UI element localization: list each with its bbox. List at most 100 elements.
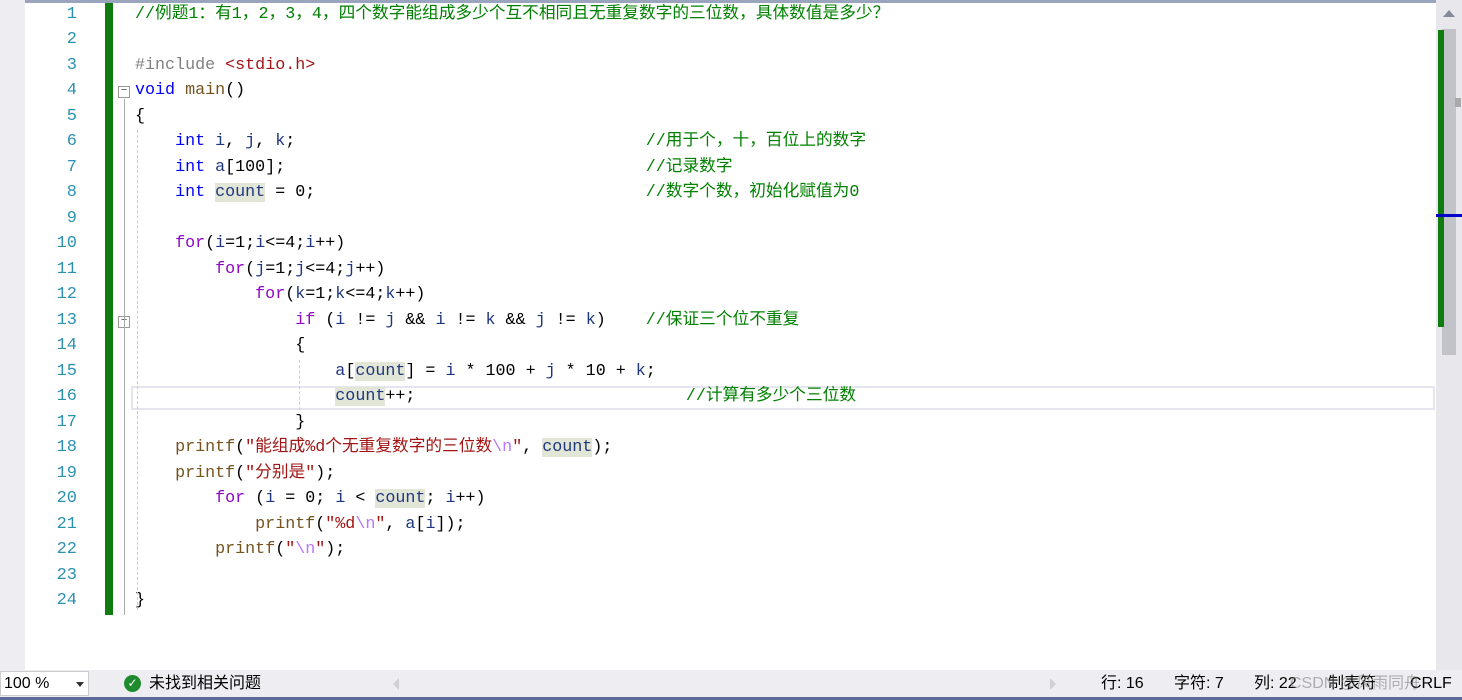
token-p: ); <box>592 438 613 458</box>
char-indicator[interactable]: 字符: 7 <box>1174 670 1224 697</box>
token-p: * 10 + <box>555 361 636 381</box>
token-p <box>175 81 185 100</box>
token-p <box>135 489 215 508</box>
token-p: } <box>135 412 306 432</box>
token-str: " <box>315 540 326 560</box>
token-p: ( <box>245 489 266 509</box>
scroll-marker <box>1455 98 1461 107</box>
line-number: 17 <box>56 412 77 432</box>
token-ctl: if <box>295 310 316 330</box>
scroll-up-icon[interactable] <box>1443 10 1455 17</box>
glyph-margin <box>0 0 25 670</box>
token-p: ( <box>245 259 256 279</box>
fold-collapse-icon[interactable]: − <box>118 86 130 98</box>
token-p: != <box>345 310 386 330</box>
line-number: 3 <box>66 55 77 75</box>
code-line[interactable]: for(k=1;k<=4;k++) <box>135 282 425 308</box>
scrollbar-thumb[interactable] <box>1442 29 1456 355</box>
scroll-left-icon[interactable] <box>393 678 399 690</box>
token-p <box>606 311 646 330</box>
code-line[interactable]: int count = 0; //数字个数，初始化赋值为0 <box>135 180 859 206</box>
code-line[interactable]: #include <stdio.h> <box>135 53 315 79</box>
token-p: ( <box>235 438 246 458</box>
token-p: [100]; <box>225 157 286 177</box>
code-line[interactable]: //例题1：有1，2，3，4，四个数字能组成多少个互不相同且无重复数字的三位数，… <box>135 2 889 28</box>
token-p: , <box>385 514 406 534</box>
token-p <box>415 387 685 406</box>
token-inc: <stdio.h> <box>225 55 316 75</box>
token-id: k <box>295 285 306 305</box>
row-indicator[interactable]: 行: 16 <box>1101 670 1144 697</box>
token-p: , <box>255 132 276 152</box>
token-ctl: for <box>255 285 286 305</box>
token-id: k <box>485 310 496 330</box>
code-editor[interactable] <box>113 3 1436 670</box>
token-str: "分别是" <box>245 463 316 483</box>
token-p <box>285 158 646 177</box>
code-line[interactable]: if (i != j && i != k && j != k) //保证三个位不… <box>135 308 799 334</box>
code-line[interactable]: printf("\n"); <box>135 537 345 563</box>
token-p: = 0; <box>265 183 316 203</box>
token-fn: printf <box>175 438 236 458</box>
token-p <box>135 285 255 304</box>
token-kw: int <box>175 157 206 177</box>
code-line[interactable]: int i, j, k; //用于个，十，百位上的数字 <box>135 129 866 155</box>
scroll-right-icon[interactable] <box>1050 678 1056 690</box>
vertical-scrollbar[interactable] <box>1436 0 1462 670</box>
line-number: 16 <box>56 387 77 407</box>
token-str: "能组成%d个无重复数字的三位数 <box>245 438 493 458</box>
token-esc: \n <box>355 514 376 534</box>
issues-status[interactable]: 未找到相关问题 <box>149 670 261 697</box>
token-id: j <box>295 259 306 279</box>
token-p: [ <box>345 361 356 381</box>
code-line[interactable]: { <box>135 333 305 359</box>
token-p: ( <box>315 514 326 534</box>
line-number: 1 <box>66 5 77 24</box>
code-line[interactable]: } <box>135 410 305 436</box>
token-p: ); <box>315 463 336 483</box>
line-number: 4 <box>66 81 77 101</box>
token-p: ( <box>235 463 246 483</box>
token-p: <=4; <box>345 285 386 305</box>
token-p <box>135 132 175 151</box>
token-hl: count <box>355 361 406 381</box>
code-line[interactable]: printf("能组成%d个无重复数字的三位数\n", count); <box>135 435 612 461</box>
token-pp: #include <box>135 55 226 75</box>
token-id: j <box>385 310 396 330</box>
token-id: i <box>445 361 456 381</box>
token-hl: count <box>215 183 266 203</box>
token-p: != <box>445 310 486 330</box>
token-kw: int <box>175 183 206 203</box>
line-number: 18 <box>56 438 77 458</box>
code-line[interactable]: for (i = 0; i < count; i++) <box>135 486 486 512</box>
token-p: ( <box>205 234 216 254</box>
code-line[interactable]: a[count] = i * 100 + j * 10 + k; <box>135 359 656 385</box>
code-line[interactable]: void main() <box>135 78 245 104</box>
token-p <box>135 183 175 202</box>
token-p <box>135 464 175 483</box>
check-circle-icon: ✓ <box>124 675 141 692</box>
code-line[interactable]: { <box>135 104 145 130</box>
token-p: ( <box>315 310 336 330</box>
token-id: j <box>535 310 546 330</box>
code-line[interactable]: for(j=1;j<=4;j++) <box>135 257 385 283</box>
code-line[interactable]: count++; //计算有多少个三位数 <box>135 384 856 410</box>
code-line[interactable]: for(i=1;i<=4;i++) <box>135 231 345 257</box>
code-line[interactable]: printf("分别是"); <box>135 461 335 487</box>
token-p: <=4; <box>305 259 346 279</box>
code-line[interactable]: printf("%d\n", a[i]); <box>135 512 465 538</box>
token-p <box>135 438 175 457</box>
watermark: CSDN @风雨同舟 <box>1290 675 1421 692</box>
code-line[interactable]: int a[100]; //记录数字 <box>135 155 732 181</box>
token-p: { <box>135 336 306 356</box>
token-p: <=4; <box>265 234 306 254</box>
line-number: 13 <box>56 310 77 330</box>
token-id: i <box>265 489 276 509</box>
line-number: 9 <box>66 208 77 228</box>
zoom-select[interactable]: 100 % <box>0 671 89 696</box>
token-kw: void <box>135 81 176 101</box>
token-id: i <box>435 310 446 330</box>
token-p <box>135 540 215 559</box>
token-hl: count <box>375 489 426 509</box>
token-p: =1; <box>225 234 256 254</box>
